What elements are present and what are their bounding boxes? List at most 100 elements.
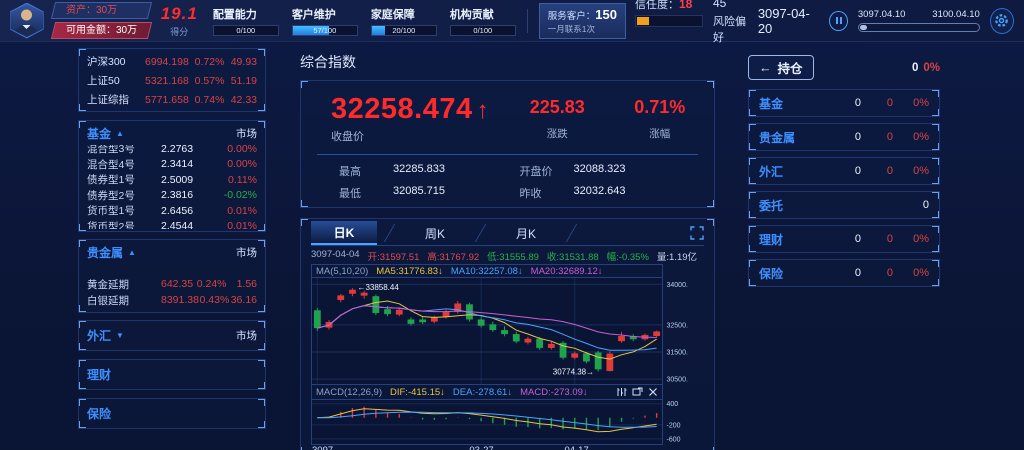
cell: 沪深300 — [87, 54, 145, 69]
divider — [317, 154, 698, 155]
market-tab[interactable]: 市场 — [236, 328, 257, 343]
positions-button[interactable]: ← 持仓 — [748, 55, 814, 80]
metal-row[interactable]: 黄金延期642.350.24%1.56 — [87, 276, 257, 292]
wealth-panel: 理财 — [78, 359, 266, 390]
stat-value: 32085.715 — [393, 185, 445, 201]
svg-text:-200: -200 — [667, 422, 681, 429]
metric-value: 0/100 — [451, 26, 515, 35]
gear-icon — [994, 13, 1009, 28]
switch-panel-icon[interactable] — [632, 387, 643, 397]
position-row[interactable]: 委托0 — [748, 191, 940, 219]
tab-daily-k[interactable]: 日K — [311, 221, 377, 245]
metric-家庭保障: 家庭保障20/100 — [371, 6, 437, 36]
back-arrow-icon: ← — [759, 61, 772, 75]
macd-indicator-line: MACD(12,26,9)DIF:-415.15↓DEA:-278.61↓MAC… — [311, 385, 663, 399]
index-row[interactable]: 上证综指5771.6580.74%42.33 — [87, 90, 257, 109]
candlestick-chart[interactable]: 34000.32500.31500.30500.←33858.4430774.3… — [311, 277, 702, 385]
x-tick: 03-27 — [469, 445, 493, 450]
section-title-wealth[interactable]: 理财 — [87, 366, 111, 383]
stat-label: 最低 — [339, 185, 379, 201]
cell: 货币型1号 — [87, 203, 161, 218]
segment: 高:31767.92 — [427, 249, 479, 262]
pause-button[interactable] — [829, 11, 848, 31]
fund-row[interactable]: 债券型2号2.3816-0.02% — [87, 188, 257, 204]
metric-label: 客户维护 — [292, 6, 358, 22]
section-title-fund[interactable]: 基金 — [87, 125, 111, 142]
cell: 外汇 — [759, 163, 831, 180]
cell: 2.5009 — [161, 174, 211, 186]
position-row[interactable]: 理财000% — [748, 225, 940, 253]
segment: 收:31531.88 — [547, 249, 599, 262]
section-title-metal[interactable]: 贵金属 — [87, 244, 123, 261]
cell: 0.01% — [211, 205, 257, 217]
macd-chart[interactable]: 400-200-600 — [311, 399, 702, 445]
segment: DEA:-278.61↓ — [453, 387, 512, 398]
avatar[interactable] — [10, 3, 44, 39]
market-tab[interactable]: 市场 — [236, 245, 257, 260]
cell: 0% — [893, 267, 929, 279]
section-title-insurance[interactable]: 保险 — [87, 405, 111, 422]
cell: 6994.198 — [145, 56, 189, 68]
index-row[interactable]: 沪深3006994.1980.72%49.93 — [87, 52, 257, 71]
segment: MA5:31776.83↓ — [376, 265, 443, 277]
account-chips: 资产：30万 可用金额：30万 — [53, 2, 150, 39]
market-tab[interactable]: 市场 — [236, 126, 257, 141]
time-progress-track[interactable] — [858, 23, 980, 32]
metric-value: 0/100 — [214, 26, 278, 35]
divider — [527, 9, 528, 33]
stat-value: 32032.643 — [574, 185, 626, 201]
settings-button[interactable] — [990, 8, 1014, 34]
index-row[interactable]: 上证505321.1680.57%51.19 — [87, 71, 257, 90]
position-row[interactable]: 基金000% — [748, 89, 940, 117]
fullscreen-button[interactable] — [690, 226, 704, 240]
position-row[interactable]: 保险000% — [748, 259, 940, 287]
index-quotes-panel: 沪深3006994.1980.72%49.93上证505321.1680.57%… — [78, 48, 266, 112]
cell: 理财 — [759, 231, 831, 248]
cell: 642.35 — [161, 278, 193, 290]
range-end: 3100.04.10 — [932, 9, 980, 20]
cell: 5321.168 — [145, 75, 189, 87]
risk-label: 风险偏好 — [713, 13, 749, 45]
cell: 1.56 — [227, 278, 257, 290]
cell: 0 — [831, 165, 861, 177]
segment: MA20:32689.12↓ — [531, 265, 603, 277]
sort-arrow-icon[interactable]: ▲ — [128, 248, 136, 257]
close-price: 32258.474↑ — [331, 93, 517, 126]
sort-arrow-icon[interactable]: ▼ — [116, 331, 124, 340]
fund-row[interactable]: 债券型1号2.50090.11% — [87, 172, 257, 188]
date-range: 3097.04.10 3100.04.10 — [858, 9, 980, 32]
change-label: 涨跌 — [517, 126, 597, 141]
position-row[interactable]: 贵金属000% — [748, 123, 940, 151]
sort-arrow-icon[interactable]: ▲ — [116, 129, 124, 138]
x-tick: 04-17 — [564, 445, 588, 450]
x-axis-labels: 3097 03-27 04-17 — [311, 445, 663, 450]
available-amount-chip: 可用金额：30万 — [50, 22, 151, 39]
score-label: 得分 — [161, 25, 198, 38]
cell: 0% — [893, 233, 929, 245]
fund-row[interactable]: 混合型3号2.27630.00% — [87, 145, 257, 157]
cell: -0.02% — [211, 189, 257, 201]
cell: 上证综指 — [87, 92, 145, 107]
fund-row[interactable]: 混合型4号2.34140.00% — [87, 157, 257, 173]
trust-label: 信任度： — [635, 0, 679, 11]
forex-panel: 外汇 ▼ 市场 — [78, 320, 266, 351]
metric-progress-bar: 0/100 — [450, 25, 516, 36]
service-clients-box: 服务客户：150 一月联系1次 — [539, 3, 626, 39]
segment: 幅:-0.35% — [607, 249, 649, 262]
indicator-settings-icon[interactable] — [616, 387, 627, 397]
service-count: 150 — [595, 7, 617, 22]
close-icon[interactable] — [648, 387, 658, 397]
fund-row[interactable]: 货币型2号2.45440.01% — [87, 219, 257, 230]
tab-monthly-k[interactable]: 月K — [493, 221, 559, 245]
fund-row[interactable]: 货币型1号2.64560.01% — [87, 203, 257, 219]
metric-progress-bar: 57/100 — [292, 25, 358, 36]
section-title-forex[interactable]: 外汇 — [87, 327, 111, 344]
position-row[interactable]: 外汇000% — [748, 157, 940, 185]
cell: 0.11% — [211, 174, 257, 186]
cell: 保险 — [759, 265, 831, 282]
tab-weekly-k[interactable]: 周K — [402, 221, 468, 245]
cell: 8391.38 — [161, 294, 199, 306]
metal-row[interactable]: 白银延期8391.380.43%36.16 — [87, 292, 257, 308]
svg-text:34000.: 34000. — [667, 282, 688, 289]
ohlc-stats: 最高32285.833 开盘价32088.323 最低32085.715 昨收3… — [315, 163, 700, 201]
